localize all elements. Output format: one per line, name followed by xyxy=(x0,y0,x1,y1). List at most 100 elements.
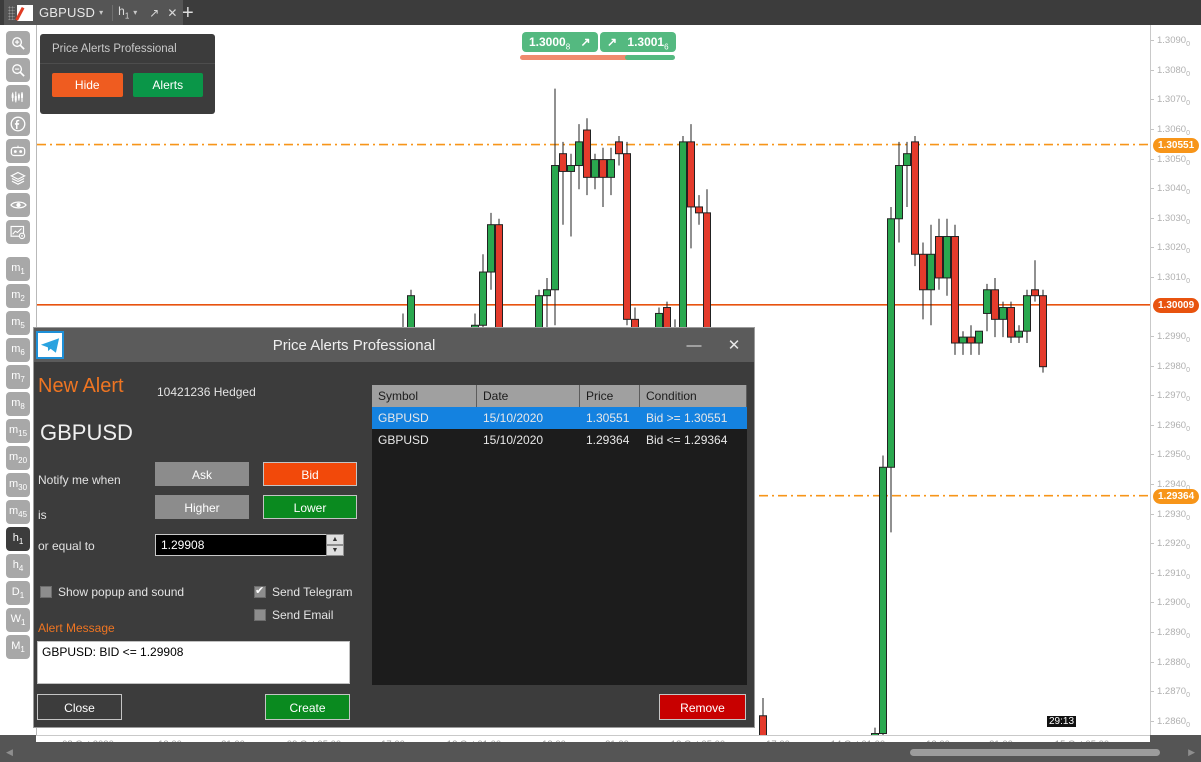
eye-icon[interactable] xyxy=(6,193,30,217)
candlestick xyxy=(903,141,911,207)
price-marker-badge[interactable]: 1.30009 xyxy=(1153,297,1200,313)
remove-button[interactable]: Remove xyxy=(659,694,746,720)
alerts-table-column-header[interactable]: Price xyxy=(580,385,640,407)
price-tick: 1.29600 xyxy=(1151,420,1201,433)
show-popup-checkbox-row[interactable]: Show popup and sound xyxy=(40,585,184,599)
new-tab-button[interactable]: + xyxy=(182,2,194,25)
price-tick: 1.30500 xyxy=(1151,154,1201,166)
send-email-checkbox-row[interactable]: Send Email xyxy=(254,608,333,622)
zoom-in-icon[interactable] xyxy=(6,31,30,55)
candlestick xyxy=(695,195,703,225)
lower-button[interactable]: Lower xyxy=(263,495,357,519)
tab-timeframe-number: 1 xyxy=(124,11,130,21)
candlestick xyxy=(951,224,959,355)
scrollbar-thumb[interactable] xyxy=(910,749,1160,756)
send-telegram-label: Send Telegram xyxy=(272,585,353,599)
price-tick: 1.30900 xyxy=(1151,35,1201,48)
timeframe-button-m45[interactable]: m45 xyxy=(6,500,30,524)
timeframe-button-h4[interactable]: h4 xyxy=(6,554,30,578)
robot-icon[interactable] xyxy=(6,139,30,163)
symbol-dropdown-caret-icon[interactable]: ▾ xyxy=(99,8,103,17)
timeframe-button-m30[interactable]: m30 xyxy=(6,473,30,497)
bid-price-sub: 8 xyxy=(565,42,571,52)
alerts-table[interactable]: Symbol Date Price Condition GBPUSD 15/10/202… xyxy=(372,385,747,685)
timeframe-button-m8[interactable]: m8 xyxy=(6,392,30,416)
ask-button[interactable]: Ask xyxy=(155,462,249,486)
send-telegram-checkbox[interactable] xyxy=(254,584,266,598)
candlestick xyxy=(879,455,887,735)
create-button[interactable]: Create xyxy=(265,694,350,720)
timeframe-list: m1 m2 m5 m6 m7 m8 m15 m20 m30 m45 h1 h4 D1 W1 M1 xyxy=(0,257,36,659)
table-cell: GBPUSD xyxy=(378,433,429,447)
scroll-left-arrow-icon[interactable]: ◀ xyxy=(6,747,13,758)
price-spinner-down[interactable]: ▼ xyxy=(326,545,344,556)
toolbar-divider xyxy=(0,247,36,254)
price-tick: 1.30100 xyxy=(1151,272,1201,285)
alerts-button[interactable]: Alerts xyxy=(132,73,203,97)
horizontal-scrollbar[interactable]: ◀ ▶ xyxy=(0,742,1201,762)
drag-grip-icon[interactable] xyxy=(8,5,15,20)
timeframe-dropdown-caret-icon[interactable]: ▾ xyxy=(133,8,137,17)
price-stepper[interactable]: 1.29908 ▲ ▼ xyxy=(155,534,344,556)
bid-button[interactable]: Bid xyxy=(263,462,357,486)
candlestick xyxy=(1023,289,1031,344)
hide-button[interactable]: Hide xyxy=(52,73,123,97)
price-marker-badge[interactable]: 1.30551 xyxy=(1153,137,1200,153)
facebook-icon[interactable] xyxy=(6,112,30,136)
candlestick xyxy=(575,124,583,190)
price-tick: 1.29300 xyxy=(1151,509,1201,521)
dialog-title-bar[interactable]: Price Alerts Professional — ✕ xyxy=(34,328,754,362)
timeframe-button-m1[interactable]: m1 xyxy=(6,257,30,281)
alerts-table-column-header[interactable]: Condition xyxy=(640,385,747,407)
close-button[interactable]: Close xyxy=(37,694,122,720)
zoom-out-icon[interactable] xyxy=(6,58,30,82)
timeframe-button-m20[interactable]: m20 xyxy=(6,446,30,470)
timeframe-button-m2[interactable]: m2 xyxy=(6,284,30,308)
price-tick: 1.30300 xyxy=(1151,213,1201,226)
candlestick xyxy=(583,118,591,196)
send-email-label: Send Email xyxy=(272,608,334,622)
price-input[interactable]: 1.29908 xyxy=(155,534,327,556)
candlestick xyxy=(607,147,615,196)
send-telegram-checkbox-row[interactable]: Send Telegram xyxy=(254,584,353,599)
alerts-table-column-header[interactable]: Symbol xyxy=(372,385,477,407)
chart-tab-gbpusd[interactable]: GBPUSD ▾ h1 ▾ ↗ ✕ xyxy=(4,0,184,25)
close-tab-icon[interactable]: ✕ xyxy=(167,6,177,20)
dialog-minimize-button[interactable]: — xyxy=(674,337,714,354)
detach-tab-icon[interactable]: ↗ xyxy=(149,6,159,20)
layers-icon[interactable] xyxy=(6,166,30,190)
candlestick xyxy=(1007,301,1015,344)
scroll-right-arrow-icon[interactable]: ▶ xyxy=(1188,747,1195,758)
tab-timeframe-unit: h xyxy=(118,4,125,19)
higher-button[interactable]: Higher xyxy=(155,495,249,519)
indicators-icon[interactable] xyxy=(6,85,30,109)
price-tick: 1.29700 xyxy=(1151,390,1201,403)
price-scale[interactable]: 1.30900 1.30800 1.30700 1.30600 1.30500 1.304… xyxy=(1150,25,1201,735)
chart-settings-icon[interactable] xyxy=(6,220,30,244)
price-tick: 1.30700 xyxy=(1151,94,1201,107)
timeframe-button-D1[interactable]: D1 xyxy=(6,581,30,605)
table-row[interactable]: GBPUSD 15/10/2020 1.29364 Bid <= 1.29364 xyxy=(372,429,747,451)
timeframe-button-m6[interactable]: m6 xyxy=(6,338,30,362)
price-spinner-buttons[interactable]: ▲ ▼ xyxy=(326,534,344,556)
show-popup-checkbox[interactable] xyxy=(40,586,52,598)
price-spinner-up[interactable]: ▲ xyxy=(326,534,344,545)
timeframe-button-m7[interactable]: m7 xyxy=(6,365,30,389)
candlestick xyxy=(887,206,895,533)
price-tick: 1.28700 xyxy=(1151,686,1201,699)
table-row[interactable]: GBPUSD 15/10/2020 1.30551 Bid >= 1.30551 xyxy=(372,407,747,429)
alert-message-input[interactable]: GBPUSD: BID <= 1.29908 xyxy=(37,641,350,684)
timeframe-button-m5[interactable]: m5 xyxy=(6,311,30,335)
timeframe-button-h1[interactable]: h1 xyxy=(6,527,30,551)
send-email-checkbox[interactable] xyxy=(254,609,266,621)
candlestick xyxy=(967,325,975,355)
price-marker-badge[interactable]: 1.29364 xyxy=(1153,488,1200,504)
timeframe-button-M1[interactable]: M1 xyxy=(6,635,30,659)
price-alerts-panel[interactable]: Price Alerts Professional Hide Alerts xyxy=(40,34,215,114)
dialog-close-button[interactable]: ✕ xyxy=(714,336,754,354)
alerts-table-column-header[interactable]: Date xyxy=(477,385,580,407)
candlestick xyxy=(935,218,943,290)
timeframe-button-W1[interactable]: W1 xyxy=(6,608,30,632)
timeframe-button-m15[interactable]: m15 xyxy=(6,419,30,443)
price-tick: 1.29900 xyxy=(1151,331,1201,344)
